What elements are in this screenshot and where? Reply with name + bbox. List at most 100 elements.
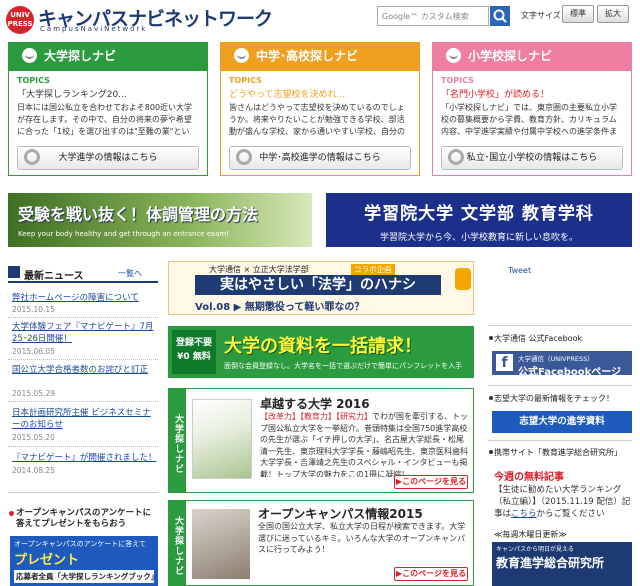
tab-university-navi[interactable]: 大学探しナビ: [8, 42, 208, 70]
brochure-request-banner[interactable]: 登録不要 ¥0 無料 大学の資料を一括請求！ 面倒な会員登録なし。大学名を一括で…: [168, 326, 474, 378]
smile-icon: [234, 48, 249, 63]
button-label: 大学進学の情報はこちら: [58, 153, 158, 163]
smile-icon: [446, 48, 461, 63]
feature-body-text: でわが国を牽引する、トップ国公私立大学を一挙紹介。巻頭特集は全国750進学高校の…: [260, 412, 468, 477]
book-cover-image[interactable]: [192, 399, 252, 479]
news-item-link[interactable]: 『マナビゲート』が開催されました！: [12, 452, 158, 464]
education-institute-banner[interactable]: キャンパスから明日が見える 教育進学総合研究所: [492, 542, 632, 586]
news-item-link[interactable]: 国公立大学合格者数のお詫びと訂正: [12, 364, 158, 376]
gakushuin-banner[interactable]: 学習院大学 文学部 教育学科 学習院大学から今、小学校教育に新しい息吹を。: [326, 193, 632, 247]
tab-junior-high-navi[interactable]: 中学･高校探しナビ: [220, 42, 420, 70]
divider: [8, 317, 158, 318]
free-article-title: 今週の無料記事: [494, 472, 564, 483]
topics-body: 日本には国公私立を合わせておよそ800近い大学が存在します。その中で、自分の将来…: [17, 103, 193, 136]
tab-label: 中学･高校探しナビ: [256, 49, 359, 63]
search-input[interactable]: Google™ カスタム検索: [377, 6, 489, 26]
junior-high-topics-panel: TOPICS どうやって志望校を決めれ... 皆さんはどうやって志望校を決めてい…: [220, 70, 420, 176]
law-banner-top: 大学通信 × 立正大学法学部: [209, 265, 309, 274]
university-info-button[interactable]: 大学進学の情報はこちら: [17, 146, 199, 170]
feature-body: 全国の国公立大学、私立大学の日程が検索できます。大学選びに迷っているキミ。いろん…: [258, 522, 466, 554]
news-date: 2015.10.15: [12, 305, 55, 314]
font-size-label: 文字サイズ: [521, 11, 561, 20]
feature-body: 【改革力】【教育力】【研究力】でわが国を牽引する、トップ国公私立大学を一挙紹介。…: [260, 411, 470, 477]
view-page-button[interactable]: ▶このページを見る: [394, 567, 468, 581]
feature-title[interactable]: オープンキャンパス情報2015: [258, 505, 423, 522]
divider: [8, 446, 158, 447]
tweet-link[interactable]: Tweet: [508, 266, 531, 275]
law-banner-title: 実はやさしい「法学」のハナシ: [195, 275, 441, 295]
elementary-info-button[interactable]: 私立･国立小学校の情報はこちら: [441, 146, 623, 170]
topics-body: 「小学校探しナビ」では、東京圏の主要私立小学校の募集概要から学費、教育方針、カリ…: [441, 103, 617, 136]
squirrel-mascot-icon: [455, 268, 471, 290]
free-article-body: 【生徒に勧めたい大学ランキング（私立編）】（2015.11.19 配信）記事はこ…: [494, 484, 634, 520]
search-button[interactable]: [490, 6, 510, 26]
health-banner[interactable]: 受験を戦い抜く！体調管理の方法 Keep your body healthy a…: [8, 193, 312, 247]
ocs-survey-banner[interactable]: オープンキャンパスのアンケートに答えて プレゼント 応募者全員「大学探しランキン…: [10, 536, 158, 586]
divider: [488, 325, 632, 326]
elementary-topics-panel: TOPICS 「名門小学校」が読める！ 「小学校探しナビ」では、東京圏の主要私立…: [432, 70, 632, 176]
topics-title[interactable]: 「大学探しランキング20...: [17, 87, 199, 100]
logo-badge[interactable]: UNIV PRESS: [6, 6, 34, 34]
university-check-label: 志望大学の最新情報をチェック！: [494, 394, 614, 403]
topics-body: 皆さんはどうやって志望校を決めているのでしょうか。将来やりたいことが勉強できる学…: [229, 103, 405, 136]
topics-label: TOPICS: [229, 76, 262, 85]
law-banner-vol: Vol.08 ▶ 無期懲役って軽い罪なの？: [195, 302, 365, 313]
facebook-page-button[interactable]: f 大学通信（UNIVPRESS） 公式Facebookページ: [492, 351, 632, 375]
tab-elementary-navi[interactable]: 小学校探しナビ: [432, 42, 632, 70]
button-label: 私立･国立小学校の情報はこちら: [466, 153, 598, 163]
mobile-site-label: 携帯サイト「教育進学総合研究所」: [494, 448, 622, 457]
search-icon: [493, 9, 507, 23]
smile-icon: [22, 48, 37, 63]
free-article-link[interactable]: こちら: [511, 509, 537, 519]
feature-highlight: 【改革力】【教育力】【研究力】: [260, 412, 372, 421]
bullet-icon: [9, 511, 14, 516]
divider: [8, 492, 158, 493]
gakushuin-banner-title: 学習院大学 文学部 教育学科: [364, 204, 594, 224]
feature-open-campus: オープンキャンパス情報2015 全国の国公立大学、私立大学の日程が検索できます。…: [185, 500, 474, 586]
university-materials-button[interactable]: 志望大学の進学資料: [492, 411, 632, 433]
magnifier-icon: [448, 149, 464, 165]
ocs-banner-line3: 応募者全員「大学探しランキングブック」: [14, 570, 158, 583]
institute-banner-sub: キャンパスから明日が見える: [496, 546, 574, 553]
news-more-link[interactable]: 一覧へ: [118, 268, 142, 279]
law-collab-banner[interactable]: 大学通信 × 立正大学法学部 コラボ企画 実はやさしい「法学」のハナシ Vol.…: [168, 261, 474, 315]
brochure-banner-sub: 面倒な会員登録なし。大学名を一括で選ぶだけで簡単にパンフレットを入手: [224, 362, 463, 370]
weekly-update-label: ≪毎週木曜日更新≫: [494, 530, 567, 539]
magnifier-icon: [236, 149, 252, 165]
divider: [8, 359, 158, 360]
news-item-link[interactable]: 弊社ホームページの障害について: [12, 292, 158, 304]
news-item-link[interactable]: 大学体験フェア『マナビゲート』7月25･26日開催！: [12, 321, 158, 345]
facebook-icon: f: [496, 354, 513, 371]
view-page-button[interactable]: ▶このページを見る: [394, 475, 468, 489]
vertical-label: 大学探しナビ: [168, 388, 185, 493]
bullet-icon: [489, 336, 493, 340]
feature-title[interactable]: 卓越する大学 2016: [260, 395, 370, 412]
news-item-link[interactable]: 日本計画研究所主催 ビジネスセミナーのお知らせ: [12, 407, 158, 431]
facebook-button-line1: 大学通信（UNIVPRESS）: [518, 355, 594, 363]
ocs-banner-line2: プレゼント: [14, 553, 80, 568]
news-square-icon: [8, 266, 20, 278]
divider: [8, 401, 158, 402]
site-logo-sub: CampusNaviNetwork: [40, 25, 148, 33]
topics-title[interactable]: 「名門小学校」が読める！: [441, 87, 623, 100]
junior-high-info-button[interactable]: 中学･高校進学の情報はこちら: [229, 146, 411, 170]
font-size-large-button[interactable]: 拡大: [597, 5, 629, 23]
topics-label: TOPICS: [17, 76, 50, 85]
feature-takuetsu: 卓越する大学 2016 【改革力】【教育力】【研究力】でわが国を牽引する、トップ…: [185, 388, 474, 493]
gakushuin-banner-sub: 学習院大学から今、小学校教育に新しい息吹を。: [379, 233, 578, 243]
news-title: 最新ニュース: [24, 271, 84, 282]
free-badge: 登録不要 ¥0 無料: [172, 330, 216, 374]
topics-title[interactable]: どうやって志望校を決めれ...: [229, 87, 411, 100]
vertical-label: 大学探しナビ: [168, 500, 185, 586]
institute-banner-title: 教育進学総合研究所: [496, 556, 605, 570]
ocs-banner-line1: オープンキャンパスのアンケートに答えて: [14, 540, 146, 548]
font-size-standard-button[interactable]: 標準: [562, 5, 594, 23]
university-topics-panel: TOPICS 「大学探しランキング20... 日本には国公私立を合わせておよそ8…: [8, 70, 208, 176]
ocs-survey-text[interactable]: オープンキャンパスのアンケートに答えてプレゼントをもらおう: [16, 508, 158, 530]
topics-label: TOPICS: [441, 76, 474, 85]
health-banner-title: 受験を戦い抜く！体調管理の方法: [18, 205, 259, 224]
news-date: 2015.06.05: [12, 347, 55, 356]
news-date: 2014.08.25: [12, 466, 55, 475]
facebook-button-line2: 公式Facebookページ: [518, 367, 622, 375]
students-photo[interactable]: [192, 509, 250, 579]
